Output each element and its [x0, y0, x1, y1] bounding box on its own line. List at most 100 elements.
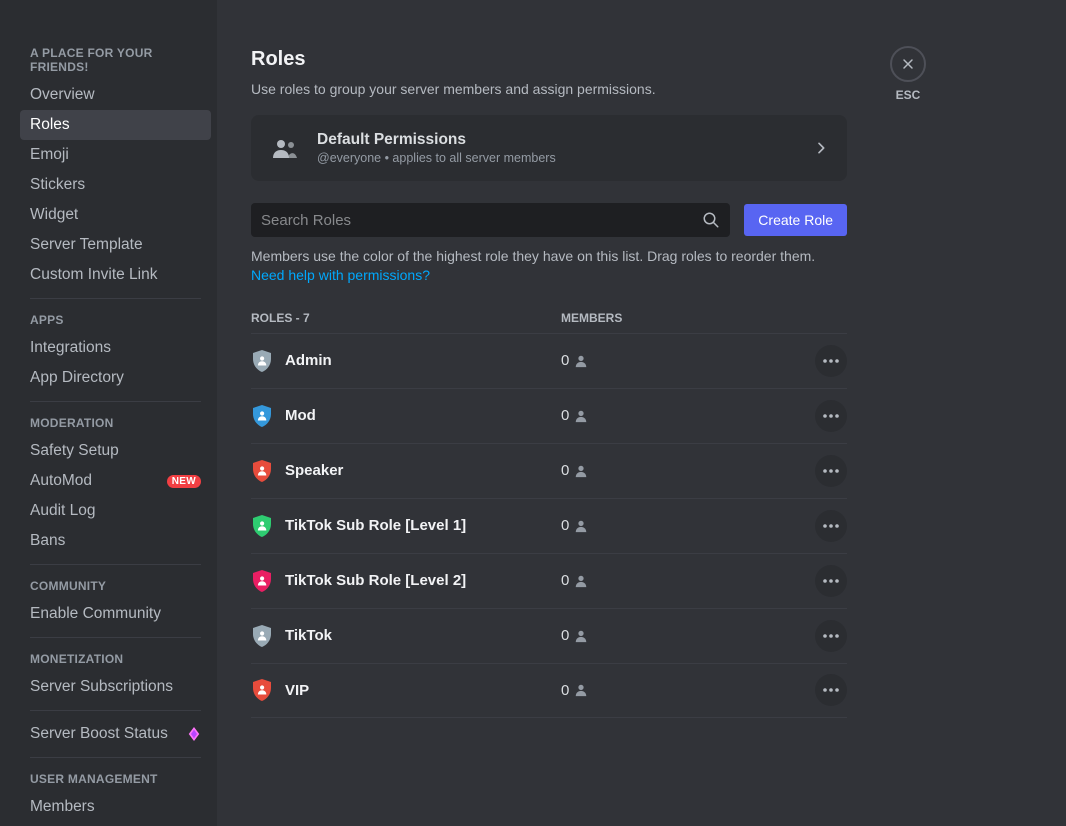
role-name: Mod	[285, 407, 561, 424]
sidebar-item-custom-invite[interactable]: Custom Invite Link	[20, 260, 211, 290]
role-more-button[interactable]	[815, 400, 847, 432]
role-name: VIP	[285, 682, 561, 699]
more-icon	[823, 688, 839, 692]
section-moderation: MODERATION	[20, 410, 211, 436]
role-name: Speaker	[285, 462, 561, 479]
person-icon	[574, 683, 588, 697]
divider	[30, 757, 201, 758]
help-link[interactable]: Need help with permissions?	[251, 267, 430, 283]
role-member-count: 0	[561, 462, 815, 479]
divider	[30, 710, 201, 711]
section-user-management: USER MANAGEMENT	[20, 766, 211, 792]
sidebar-item-enable-community[interactable]: Enable Community	[20, 599, 211, 629]
sidebar-item-roles[interactable]: Roles	[20, 110, 211, 140]
role-member-count: 0	[561, 352, 815, 369]
divider	[30, 564, 201, 565]
sidebar-item-server-subscriptions[interactable]: Server Subscriptions	[20, 672, 211, 702]
members-icon	[269, 132, 301, 164]
close-wrap: ESC	[890, 46, 926, 102]
more-icon	[823, 359, 839, 363]
role-name: Admin	[285, 352, 561, 369]
sidebar-item-members[interactable]: Members	[20, 792, 211, 822]
person-icon	[574, 629, 588, 643]
create-role-button[interactable]: Create Role	[744, 204, 847, 236]
person-icon	[574, 574, 588, 588]
shield-icon	[251, 459, 273, 483]
more-icon	[823, 634, 839, 638]
sidebar-item-audit-log[interactable]: Audit Log	[20, 496, 211, 526]
role-row[interactable]: TikTok 0	[251, 608, 847, 663]
role-member-count: 0	[561, 682, 815, 699]
role-row[interactable]: TikTok Sub Role [Level 1] 0	[251, 498, 847, 553]
sidebar-item-widget[interactable]: Widget	[20, 200, 211, 230]
sidebar-item-safety-setup[interactable]: Safety Setup	[20, 436, 211, 466]
more-icon	[823, 414, 839, 418]
shield-icon	[251, 349, 273, 373]
settings-sidebar: A PLACE FOR YOUR FRIENDS! Overview Roles…	[0, 0, 217, 826]
person-icon	[574, 409, 588, 423]
sidebar-item-automod[interactable]: AutoMod NEW	[20, 466, 211, 496]
sidebar-item-server-boost[interactable]: Server Boost Status	[20, 719, 211, 749]
search-roles-wrap[interactable]	[251, 203, 730, 237]
sidebar-item-emoji[interactable]: Emoji	[20, 140, 211, 170]
search-icon	[702, 211, 720, 229]
role-row[interactable]: TikTok Sub Role [Level 2] 0	[251, 553, 847, 608]
role-row[interactable]: Speaker 0	[251, 443, 847, 498]
role-member-count: 0	[561, 572, 815, 589]
role-more-button[interactable]	[815, 510, 847, 542]
sidebar-item-bans[interactable]: Bans	[20, 526, 211, 556]
close-button[interactable]	[890, 46, 926, 82]
boost-gem-icon	[187, 727, 201, 741]
roles-list: Admin 0 Mod 0 Speaker 0	[251, 333, 1026, 718]
role-more-button[interactable]	[815, 345, 847, 377]
role-member-count: 0	[561, 517, 815, 534]
section-community: COMMUNITY	[20, 573, 211, 599]
new-badge: NEW	[167, 475, 201, 488]
role-more-button[interactable]	[815, 674, 847, 706]
chevron-right-icon	[813, 140, 829, 156]
person-icon	[574, 519, 588, 533]
role-more-button[interactable]	[815, 565, 847, 597]
shield-icon	[251, 624, 273, 648]
role-member-count: 0	[561, 407, 815, 424]
default-permissions-card[interactable]: Default Permissions @everyone • applies …	[251, 115, 847, 181]
section-apps: APPS	[20, 307, 211, 333]
role-name: TikTok Sub Role [Level 1]	[285, 517, 561, 534]
shield-icon	[251, 404, 273, 428]
person-icon	[574, 354, 588, 368]
sidebar-item-stickers[interactable]: Stickers	[20, 170, 211, 200]
role-member-count: 0	[561, 627, 815, 644]
more-icon	[823, 469, 839, 473]
sidebar-item-server-template[interactable]: Server Template	[20, 230, 211, 260]
close-icon	[900, 56, 916, 72]
main-content: ESC Roles Use roles to group your server…	[217, 0, 1066, 826]
sidebar-item-invites[interactable]: Invites	[20, 822, 211, 826]
role-row[interactable]: VIP 0	[251, 663, 847, 718]
shield-icon	[251, 569, 273, 593]
th-roles: ROLES - 7	[251, 311, 561, 325]
more-icon	[823, 524, 839, 528]
th-members: MEMBERS	[561, 311, 847, 325]
shield-icon	[251, 678, 273, 702]
help-text: Members use the color of the highest rol…	[251, 247, 847, 285]
role-more-button[interactable]	[815, 455, 847, 487]
sidebar-item-app-directory[interactable]: App Directory	[20, 363, 211, 393]
divider	[30, 298, 201, 299]
default-permissions-title: Default Permissions	[317, 131, 797, 149]
server-name-header: A PLACE FOR YOUR FRIENDS!	[20, 40, 211, 80]
role-more-button[interactable]	[815, 620, 847, 652]
role-name: TikTok	[285, 627, 561, 644]
sidebar-item-integrations[interactable]: Integrations	[20, 333, 211, 363]
divider	[30, 637, 201, 638]
roles-table-header: ROLES - 7 MEMBERS	[251, 311, 847, 325]
search-roles-input[interactable]	[261, 212, 702, 229]
person-icon	[574, 464, 588, 478]
role-row[interactable]: Mod 0	[251, 388, 847, 443]
sidebar-item-overview[interactable]: Overview	[20, 80, 211, 110]
default-permissions-subtitle: @everyone • applies to all server member…	[317, 151, 797, 165]
role-row[interactable]: Admin 0	[251, 333, 847, 388]
esc-label: ESC	[896, 88, 921, 102]
more-icon	[823, 579, 839, 583]
role-name: TikTok Sub Role [Level 2]	[285, 572, 561, 589]
divider	[30, 401, 201, 402]
